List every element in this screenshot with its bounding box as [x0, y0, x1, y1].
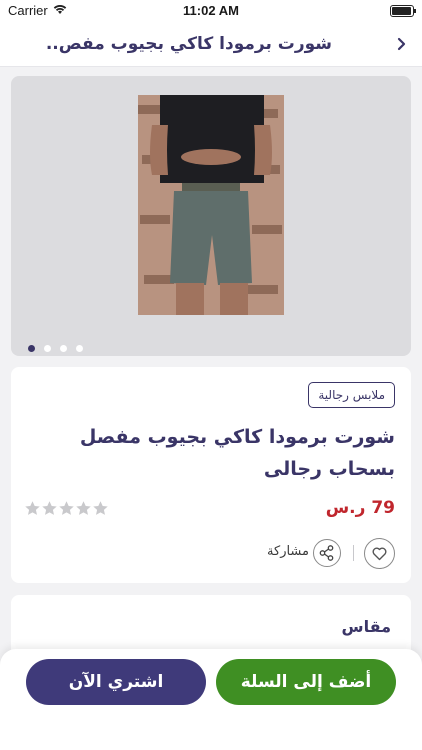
buy-now-button[interactable]: اشتري الآن [26, 659, 206, 705]
divider [353, 545, 354, 561]
status-bar: Carrier 11:02 AM [0, 0, 422, 22]
favorite-button[interactable] [364, 538, 395, 569]
carousel-dot[interactable] [44, 345, 51, 352]
product-image-gallery[interactable] [11, 76, 411, 356]
add-to-cart-button[interactable]: أضف إلى السلة [216, 659, 396, 705]
product-name: شورت برمودا كاكي بجيوب مفصل بسحاب رجالى [79, 426, 395, 480]
star-icon [93, 501, 108, 515]
category-tag[interactable]: ملابس رجالية [308, 382, 395, 408]
bottom-action-bar: أضف إلى السلة اشتري الآن [0, 649, 422, 750]
star-icon [42, 501, 57, 515]
share-icon [313, 539, 341, 567]
page-title: شورت برمودا كاكي بجيوب مفص.. [45, 34, 332, 54]
product-photo [138, 95, 284, 315]
status-time: 11:02 AM [183, 3, 239, 18]
heart-icon [372, 547, 387, 561]
carousel-dot[interactable] [76, 345, 83, 352]
product-info-card: ملابس رجالية شورت برمودا كاكي بجيوب مفصل… [11, 367, 411, 583]
battery-icon [390, 5, 416, 17]
star-icon [76, 501, 91, 515]
rating-stars [24, 500, 109, 521]
star-icon [59, 501, 74, 515]
carousel-dot[interactable] [28, 345, 35, 352]
star-icon [25, 501, 40, 515]
carousel-dots[interactable] [28, 337, 92, 356]
chevron-right-icon[interactable] [392, 34, 412, 54]
size-title: مقاس [341, 617, 391, 636]
share-label: مشاركة [267, 544, 309, 559]
carousel-dot[interactable] [60, 345, 67, 352]
product-price: 79 ر.س [325, 498, 395, 518]
nav-bar: شورت برمودا كاكي بجيوب مفص.. [0, 22, 422, 67]
